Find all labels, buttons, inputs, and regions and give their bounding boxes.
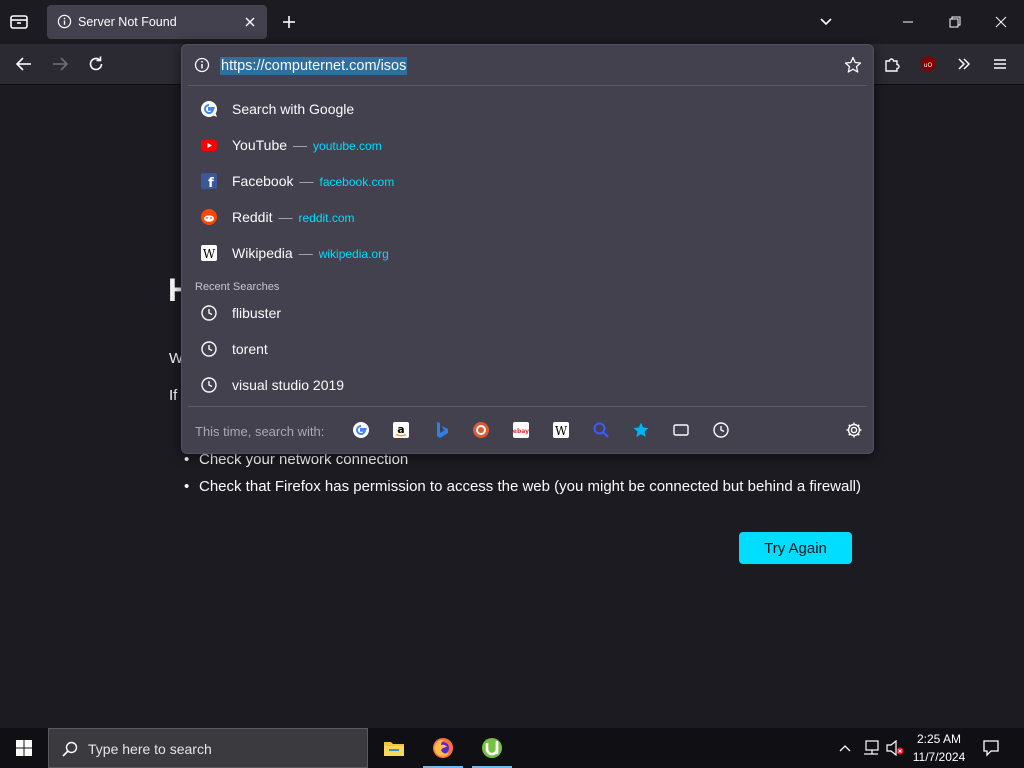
google-icon [200,100,218,118]
suggestion-label: Facebook — facebook.com [232,173,395,189]
recent-search-label: visual studio 2019 [232,377,345,393]
history-clock-icon[interactable] [712,421,730,439]
youtube-icon [200,136,218,154]
forward-icon [46,50,74,78]
search-settings-gear-icon[interactable] [845,421,863,439]
facebook-icon: f [200,172,218,190]
network-icon[interactable] [862,740,880,756]
clock-time[interactable]: 2:25 AM [916,732,962,746]
ublock-origin-icon[interactable]: uO [914,50,942,78]
windows-start-icon[interactable] [0,728,48,768]
bookmarks-star-icon[interactable] [632,421,650,439]
list-all-tabs-icon[interactable] [811,8,841,36]
extensions-icon[interactable] [878,50,906,78]
new-tab-icon[interactable] [281,14,297,30]
google-icon[interactable] [352,421,370,439]
action-center-icon[interactable] [982,739,1000,757]
suggestion-wikipedia[interactable]: W Wikipedia — wikipedia.org [188,235,867,271]
tabs-icon[interactable] [672,421,690,439]
divider [188,85,867,86]
svg-text:a: a [397,423,404,436]
search-icon [61,740,79,758]
show-hidden-icons-chevron[interactable] [838,741,852,755]
tab-title: Server Not Found [78,15,177,29]
svg-text:W: W [203,247,216,261]
minimize-icon[interactable] [893,8,923,36]
svg-text:W: W [555,424,568,438]
recent-search-label: torent [232,341,268,357]
ebay-icon[interactable]: ebay [512,421,530,439]
recent-search-label: flibuster [232,305,282,321]
back-icon[interactable] [10,50,38,78]
try-again-button[interactable]: Try Again [739,532,852,564]
recent-search-item[interactable]: flibuster [188,295,867,331]
volume-muted-icon[interactable] [886,740,904,756]
one-off-search-label: This time, search with: [195,424,325,439]
overflow-chevron-icon[interactable] [950,50,978,78]
recent-search-item[interactable]: torent [188,331,867,367]
close-window-icon[interactable] [986,8,1016,36]
taskbar-search-placeholder: Type here to search [88,741,212,757]
error-text-partial-2: If [169,387,178,404]
svg-text:ebay: ebay [513,428,529,435]
suggestion-label: Reddit — reddit.com [232,209,355,225]
wikipedia-icon[interactable]: W [552,421,570,439]
bookmark-star-icon[interactable] [844,56,862,74]
urlbar[interactable]: https://computernet.com/isos [182,45,873,85]
site-info-icon[interactable] [194,57,210,73]
tab-strip: Server Not Found [0,0,1024,44]
reload-icon[interactable] [82,50,110,78]
recent-search-item[interactable]: visual studio 2019 [188,367,867,403]
suggestion-reddit[interactable]: Reddit — reddit.com [188,199,867,235]
bing-icon[interactable] [432,421,450,439]
error-bullet-2: Check that Firefox has permission to acc… [184,478,861,495]
suggestion-youtube[interactable]: YouTube — youtube.com [188,127,867,163]
divider [188,406,867,407]
hamburger-menu-icon[interactable] [986,50,1014,78]
svg-text:f: f [208,176,214,190]
recent-searches-header: Recent Searches [195,281,280,293]
suggestion-label: Wikipedia — wikipedia.org [232,245,389,261]
tab-server-not-found[interactable]: Server Not Found [47,5,267,39]
clock-date[interactable]: 11/7/2024 [912,750,966,764]
info-icon [57,14,72,29]
suggestion-label: Search with Google [232,101,355,117]
wikipedia-icon: W [200,244,218,262]
taskbar-search-box[interactable]: Type here to search [48,728,368,768]
tab-close-icon[interactable] [243,15,257,29]
duckduckgo-icon[interactable] [472,421,490,439]
svg-text:uO: uO [924,62,933,69]
firefox-taskbar-icon[interactable] [419,728,467,768]
reddit-icon [200,208,218,226]
history-clock-icon [200,304,218,322]
suggestion-label: YouTube — youtube.com [232,137,382,153]
urlbar-dropdown: https://computernet.com/isos Search with… [181,44,874,454]
search-icon[interactable] [592,421,610,439]
history-clock-icon [200,340,218,358]
windows-taskbar: Type here to search 2:25 AM 11/7/2024 [0,728,1024,768]
restore-icon[interactable] [940,8,970,36]
file-explorer-icon[interactable] [370,728,418,768]
suggestion-facebook[interactable]: f Facebook — facebook.com [188,163,867,199]
utorrent-icon[interactable] [468,728,516,768]
url-input[interactable]: https://computernet.com/isos [220,57,408,75]
suggestion-search-google[interactable]: Search with Google [188,91,867,127]
amazon-icon[interactable]: a [392,421,410,439]
history-clock-icon [200,376,218,394]
tab-list-icon[interactable] [8,12,30,32]
